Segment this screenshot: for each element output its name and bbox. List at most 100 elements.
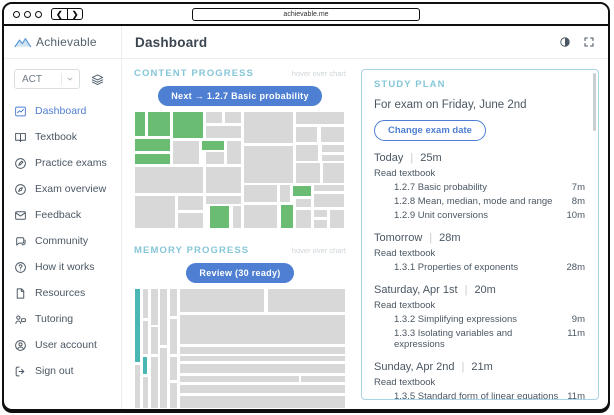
plan-item[interactable]: 1.3.1 Properties of exponents28m xyxy=(374,259,585,273)
treemap-cell[interactable] xyxy=(243,145,294,184)
treemap-cell[interactable] xyxy=(232,205,243,229)
sidebar-item-dashboard[interactable]: Dashboard xyxy=(4,98,121,124)
treemap-cell[interactable] xyxy=(179,395,346,409)
treemap-cell[interactable] xyxy=(177,212,204,229)
treemap-cell[interactable] xyxy=(169,318,178,356)
treemap-cell[interactable] xyxy=(224,111,242,124)
sidebar-item-resources[interactable]: Resources xyxy=(4,280,121,306)
brand-logo[interactable]: Achievable xyxy=(4,26,121,59)
sidebar-item-practice-exams[interactable]: Practice exams xyxy=(4,150,121,176)
sidebar-item-how-it-works[interactable]: How it works xyxy=(4,254,121,280)
treemap-cell[interactable] xyxy=(134,111,146,137)
treemap-cell[interactable] xyxy=(150,356,159,409)
treemap-cell[interactable] xyxy=(134,364,141,409)
fullscreen-icon[interactable] xyxy=(583,36,595,48)
treemap-cell[interactable] xyxy=(134,138,171,153)
plan-item[interactable]: 1.3.2 Simplifying expressions9m xyxy=(374,311,585,325)
treemap-cell[interactable] xyxy=(321,144,345,153)
sidebar-item-tutoring[interactable]: Tutoring xyxy=(4,306,121,332)
sidebar-item-sign-out[interactable]: Sign out xyxy=(4,358,121,384)
treemap-cell[interactable] xyxy=(169,356,178,381)
treemap-cell[interactable] xyxy=(142,376,149,409)
treemap-cell[interactable] xyxy=(159,288,167,346)
treemap-cell[interactable] xyxy=(313,193,345,208)
treemap-cell[interactable] xyxy=(134,166,204,194)
treemap-cell[interactable] xyxy=(279,184,291,203)
layers-icon[interactable] xyxy=(91,73,104,86)
treemap-cell[interactable] xyxy=(159,347,167,409)
treemap-cell[interactable] xyxy=(177,195,204,212)
treemap-cell[interactable] xyxy=(179,314,346,345)
treemap-cell[interactable] xyxy=(209,205,230,229)
sidebar-item-exam-overview[interactable]: Exam overview xyxy=(4,176,121,202)
treemap-cell[interactable] xyxy=(179,346,346,354)
treemap-cell[interactable] xyxy=(142,356,149,375)
treemap-cell[interactable] xyxy=(300,375,346,383)
treemap-cell[interactable] xyxy=(267,288,347,313)
treemap-cell[interactable] xyxy=(292,185,312,197)
sidebar-item-textbook[interactable]: Textbook xyxy=(4,124,121,150)
treemap-cell[interactable] xyxy=(150,288,159,326)
treemap-cell[interactable] xyxy=(320,126,345,144)
treemap-cell[interactable] xyxy=(172,140,200,165)
plan-item[interactable]: 1.3.3 Isolating variables and expression… xyxy=(374,325,585,350)
treemap-cell[interactable] xyxy=(142,320,149,355)
window-control-dot[interactable] xyxy=(35,11,42,18)
treemap-cell[interactable] xyxy=(329,209,345,229)
treemap-cell[interactable] xyxy=(147,111,171,137)
treemap-cell[interactable] xyxy=(313,209,328,218)
window-control-dot[interactable] xyxy=(24,11,31,18)
treemap-cell[interactable] xyxy=(179,288,265,313)
browser-forward-button[interactable]: ❯ xyxy=(67,9,83,19)
course-select[interactable]: ACT xyxy=(14,69,80,89)
treemap-cell[interactable] xyxy=(201,140,225,151)
treemap-cell[interactable] xyxy=(172,111,204,139)
plan-item[interactable]: 1.2.8 Mean, median, mode and range8m xyxy=(374,193,585,207)
treemap-cell[interactable] xyxy=(134,153,171,165)
treemap-cell[interactable] xyxy=(142,288,149,319)
treemap-cell[interactable] xyxy=(205,111,223,124)
treemap-cell[interactable] xyxy=(205,166,242,194)
treemap-cell[interactable] xyxy=(295,162,320,183)
change-exam-date-button[interactable]: Change exam date xyxy=(374,120,486,141)
sidebar-item-user-account[interactable]: User account xyxy=(4,332,121,358)
treemap-cell[interactable] xyxy=(295,111,345,125)
treemap-cell[interactable] xyxy=(179,384,346,395)
plan-item[interactable]: 1.2.9 Unit conversions10m xyxy=(374,207,585,221)
dark-mode-icon[interactable] xyxy=(559,36,571,48)
treemap-cell[interactable] xyxy=(243,111,294,144)
window-control-dot[interactable] xyxy=(13,11,20,18)
sidebar-item-feedback[interactable]: Feedback xyxy=(4,202,121,228)
treemap-cell[interactable] xyxy=(280,204,294,229)
treemap-cell[interactable] xyxy=(150,326,159,355)
treemap-cell[interactable] xyxy=(295,144,319,162)
treemap-cell[interactable] xyxy=(205,151,225,165)
browser-back-button[interactable]: ❮ xyxy=(52,9,67,19)
treemap-cell[interactable] xyxy=(295,126,318,144)
treemap-cell[interactable] xyxy=(243,184,278,203)
browser-url-bar[interactable]: achievable.me xyxy=(192,8,420,21)
treemap-cell[interactable] xyxy=(295,198,312,209)
treemap-cell[interactable] xyxy=(205,125,242,140)
scrollbar-thumb[interactable] xyxy=(593,73,596,131)
plan-item[interactable]: 1.2.7 Basic probability7m xyxy=(374,179,585,193)
treemap-cell[interactable] xyxy=(169,288,178,317)
next-lesson-button[interactable]: Next → 1.2.7 Basic probability xyxy=(158,86,322,106)
treemap-cell[interactable] xyxy=(134,288,141,363)
treemap-cell[interactable] xyxy=(179,375,300,383)
treemap-cell[interactable] xyxy=(205,195,242,205)
review-button[interactable]: Review (30 ready) xyxy=(186,263,293,283)
sidebar-item-community[interactable]: Community xyxy=(4,228,121,254)
treemap-cell[interactable] xyxy=(134,195,176,229)
treemap-cell[interactable] xyxy=(313,219,328,229)
treemap-cell[interactable] xyxy=(322,162,345,183)
plan-item[interactable]: 1.3.5 Standard form of linear equations1… xyxy=(374,388,585,400)
treemap-cell[interactable] xyxy=(226,140,242,165)
treemap-cell[interactable] xyxy=(313,184,345,192)
treemap-cell[interactable] xyxy=(169,382,178,409)
treemap-cell[interactable] xyxy=(243,204,278,229)
treemap-cell[interactable] xyxy=(179,363,346,374)
treemap-cell[interactable] xyxy=(321,154,345,162)
treemap-cell[interactable] xyxy=(179,355,346,362)
treemap-cell[interactable] xyxy=(295,209,312,229)
